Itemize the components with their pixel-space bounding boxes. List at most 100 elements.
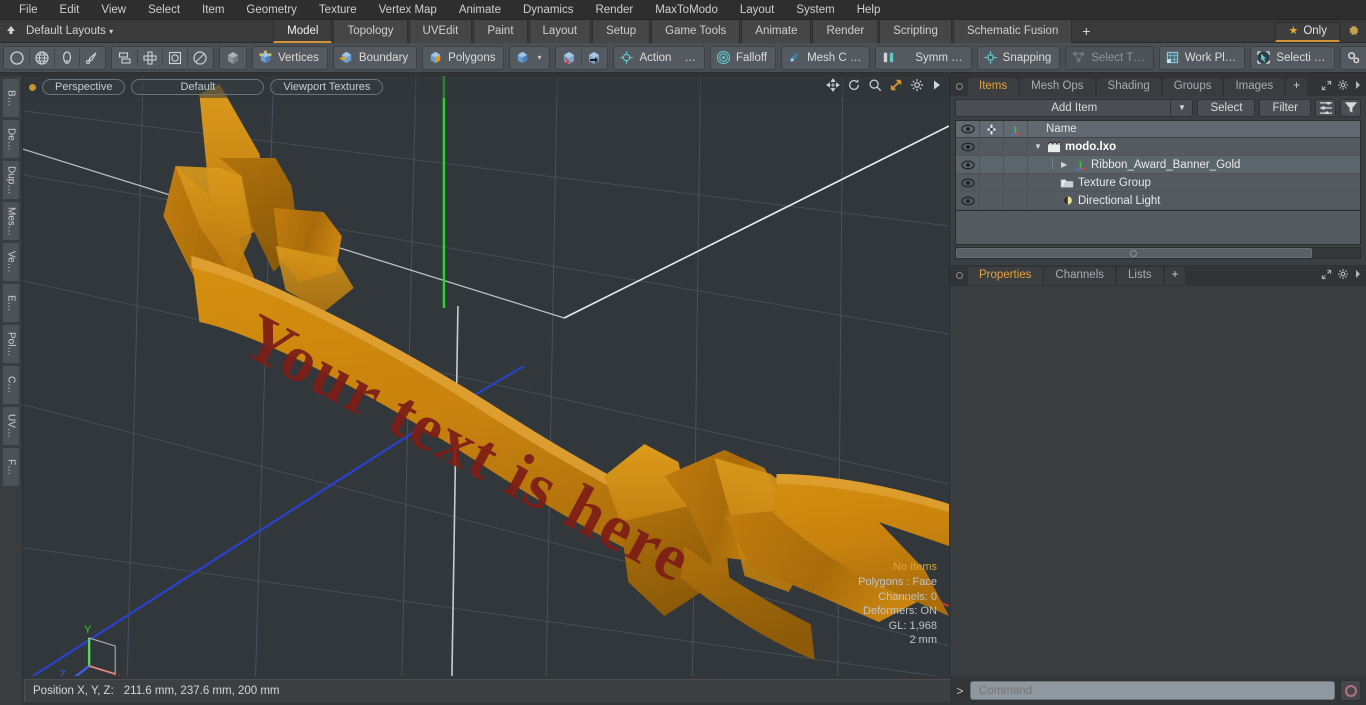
snap-cube-2-icon[interactable] xyxy=(582,47,606,69)
tab-model[interactable]: Model xyxy=(273,19,333,43)
gear-icon[interactable] xyxy=(1337,79,1349,94)
menu-item-animate[interactable]: Animate xyxy=(448,0,512,20)
menu-item-maxtomodo[interactable]: MaxToModo xyxy=(644,0,729,20)
action-center-button[interactable]: Action … xyxy=(613,45,705,70)
table-row[interactable]: Texture Group xyxy=(956,174,1360,192)
array-icon[interactable] xyxy=(138,47,162,69)
add-properties-tab-button[interactable]: + xyxy=(1164,267,1186,285)
mesh-constraint-button[interactable]: Mesh C … xyxy=(781,45,871,70)
transform-cell[interactable] xyxy=(1004,156,1028,173)
chevron-right-icon[interactable] xyxy=(1354,269,1362,282)
list-options-icon[interactable] xyxy=(1315,98,1336,117)
vtab-mesh[interactable]: Mes… xyxy=(2,201,20,241)
lock-cell[interactable] xyxy=(980,174,1004,191)
vtab-curve[interactable]: C… xyxy=(2,365,20,405)
expand-icon[interactable] xyxy=(1321,80,1332,94)
menu-item-dynamics[interactable]: Dynamics xyxy=(512,0,584,20)
lock-cell[interactable] xyxy=(980,156,1004,173)
item-name-cell[interactable]: ┊ ▶ Ribbon_Award_Banner_Gold xyxy=(1028,158,1240,171)
tab-setup[interactable]: Setup xyxy=(592,19,651,43)
select-button[interactable]: Select xyxy=(1197,98,1256,117)
menu-item-layout[interactable]: Layout xyxy=(729,0,786,20)
gear-icon[interactable] xyxy=(1337,268,1349,283)
selection-set-button[interactable]: Selecti … xyxy=(1250,45,1335,70)
tab-images[interactable]: Images xyxy=(1224,78,1285,96)
tab-channels[interactable]: Channels xyxy=(1044,267,1116,285)
kits-button[interactable]: Kits xyxy=(1339,45,1366,70)
transform-cell[interactable] xyxy=(1004,174,1028,191)
tab-game-tools[interactable]: Game Tools xyxy=(651,19,741,43)
scrollbar-thumb[interactable] xyxy=(956,248,1312,258)
transform-cell[interactable] xyxy=(1004,192,1028,209)
tab-shading[interactable]: Shading xyxy=(1096,78,1161,96)
chevron-right-icon[interactable]: ▶ xyxy=(1061,160,1070,169)
eye-icon[interactable] xyxy=(956,192,980,209)
snap-cube-1-icon[interactable] xyxy=(557,47,581,69)
tab-schematic-fusion[interactable]: Schematic Fusion xyxy=(952,19,1073,43)
viewport-view-selector[interactable]: Perspective xyxy=(42,79,126,95)
tab-uvedit[interactable]: UVEdit xyxy=(408,19,473,43)
only-button[interactable]: ★ Only xyxy=(1275,21,1340,42)
fit-icon[interactable] xyxy=(889,78,903,96)
selection-mode-vertices[interactable]: Vertices xyxy=(252,45,328,70)
vtab-basic[interactable]: B… xyxy=(2,78,20,118)
table-row[interactable]: ┊ ▶ Ribbon_Award_Banner_Gold xyxy=(956,156,1360,174)
symmetry-button[interactable]: Symm … xyxy=(875,45,972,70)
add-panel-tab-button[interactable]: + xyxy=(1286,78,1307,96)
eye-icon[interactable] xyxy=(956,156,980,173)
pan-icon[interactable] xyxy=(826,78,840,96)
item-name-cell[interactable]: Directional Light xyxy=(1028,194,1160,207)
tab-layout[interactable]: Layout xyxy=(528,19,592,43)
menu-item-vertex-map[interactable]: Vertex Map xyxy=(368,0,448,20)
vtab-edge[interactable]: E… xyxy=(2,283,20,323)
vtab-duplicate[interactable]: Dup… xyxy=(2,160,20,200)
vtab-vertex[interactable]: Ve… xyxy=(2,242,20,282)
vtab-fusion[interactable]: F… xyxy=(2,447,20,487)
snapping-button[interactable]: Snapping xyxy=(976,45,1061,70)
tab-lists[interactable]: Lists xyxy=(1117,267,1163,285)
selection-mode-boundary[interactable]: Boundary xyxy=(332,45,418,70)
vtab-uv[interactable]: UV… xyxy=(2,406,20,446)
menu-item-view[interactable]: View xyxy=(90,0,137,20)
gear-icon[interactable] xyxy=(1344,24,1362,40)
item-tree-hscrollbar[interactable] xyxy=(955,247,1361,259)
selection-mode-polygons[interactable]: Polygons xyxy=(422,45,505,70)
selection-mode-dropdown[interactable]: ▾ xyxy=(509,45,551,70)
filter-button[interactable]: Filter xyxy=(1259,98,1311,117)
gear-icon[interactable] xyxy=(910,78,924,96)
eye-icon[interactable] xyxy=(956,138,980,155)
tab-mesh-ops[interactable]: Mesh Ops xyxy=(1020,78,1095,96)
arrow-icon[interactable] xyxy=(931,79,943,95)
tab-properties[interactable]: Properties xyxy=(968,267,1043,285)
funnel-icon[interactable] xyxy=(1340,98,1361,117)
radial-icon[interactable] xyxy=(163,47,187,69)
menu-item-system[interactable]: System xyxy=(785,0,845,20)
chevron-down-icon[interactable]: ▼ xyxy=(1034,142,1043,151)
chevron-right-icon[interactable] xyxy=(1354,80,1362,93)
tab-scripting[interactable]: Scripting xyxy=(879,19,952,43)
tab-items[interactable]: Items xyxy=(968,78,1019,96)
item-name-cell[interactable]: Texture Group xyxy=(1028,177,1151,189)
menu-item-edit[interactable]: Edit xyxy=(49,0,91,20)
menu-item-help[interactable]: Help xyxy=(846,0,892,20)
menu-item-render[interactable]: Render xyxy=(584,0,644,20)
brush-icon[interactable] xyxy=(80,47,104,69)
circle-icon[interactable] xyxy=(5,47,29,69)
menu-item-geometry[interactable]: Geometry xyxy=(235,0,308,20)
falloff-button[interactable]: Falloff xyxy=(709,45,777,70)
select-through-button[interactable]: Select T… xyxy=(1065,45,1154,70)
tab-paint[interactable]: Paint xyxy=(473,19,528,43)
lock-cell[interactable] xyxy=(980,138,1004,155)
vtab-polygon[interactable]: Pol… xyxy=(2,324,20,364)
viewport-display-mode-selector[interactable]: Viewport Textures xyxy=(270,79,384,95)
tab-animate[interactable]: Animate xyxy=(741,19,812,43)
home-up-icon[interactable] xyxy=(0,24,22,39)
add-tab-button[interactable]: + xyxy=(1073,20,1099,43)
stack-icon[interactable] xyxy=(113,47,137,69)
menu-item-file[interactable]: File xyxy=(8,0,49,20)
globe-icon[interactable] xyxy=(30,47,54,69)
lock-cell[interactable] xyxy=(980,192,1004,209)
record-icon[interactable] xyxy=(1340,680,1361,701)
menu-item-select[interactable]: Select xyxy=(137,0,191,20)
table-row[interactable]: Directional Light xyxy=(956,192,1360,210)
